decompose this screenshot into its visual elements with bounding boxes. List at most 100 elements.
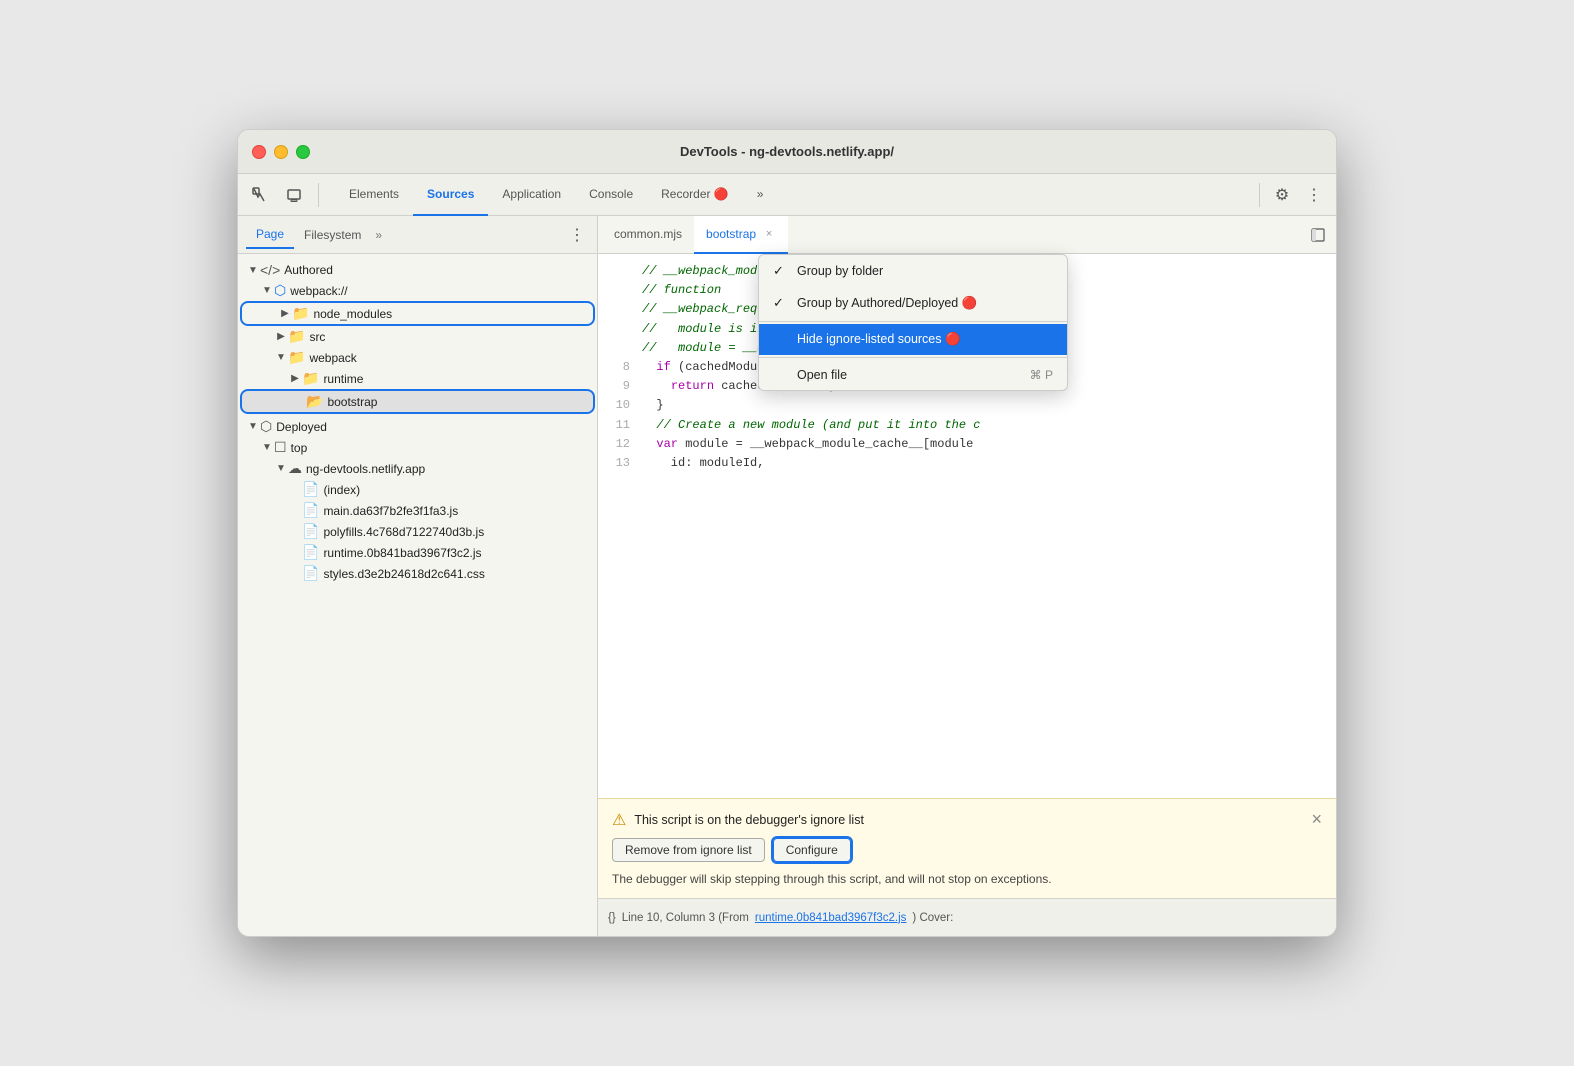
titlebar: DevTools - ng-devtools.netlify.app/: [238, 130, 1336, 174]
toolbar-sep2: [1259, 183, 1260, 207]
arrow-right-icon: ▶: [278, 308, 292, 319]
tree-top[interactable]: ▼ ☐ top: [238, 437, 597, 458]
tree-label-top: top: [291, 441, 308, 455]
css-icon: 📄: [302, 565, 319, 582]
code-line: 12 var module = __webpack_module_cache__…: [598, 435, 1336, 454]
folder-icon-node-modules: 📁: [292, 305, 309, 322]
traffic-lights: [252, 145, 310, 159]
status-suffix: ) Cover:: [912, 912, 953, 924]
arrow-down-icon6: ▼: [274, 463, 288, 474]
tab-more[interactable]: »: [743, 174, 778, 216]
tree-label-main-js: main.da63f7b2fe3f1fa3.js: [323, 504, 458, 518]
tab-application[interactable]: Application: [488, 174, 575, 216]
folder-icon-bootstrap: 📂: [306, 393, 323, 410]
maximize-button[interactable]: [296, 145, 310, 159]
code-icon: </>: [260, 262, 280, 278]
status-bar: {} Line 10, Column 3 (From runtime.0b841…: [598, 898, 1336, 936]
tree-bootstrap[interactable]: ▶ 📂 bootstrap: [242, 391, 593, 412]
tree-webpack[interactable]: ▼ ⬡ webpack://: [238, 280, 597, 301]
tree-netlify[interactable]: ▼ ☁ ng-devtools.netlify.app: [238, 458, 597, 479]
tree-webpack-folder[interactable]: ▼ 📁 webpack: [238, 347, 597, 368]
tree-deployed[interactable]: ▼ ⬡ Deployed: [238, 416, 597, 437]
code-line: 10 }: [598, 396, 1336, 415]
tree-src[interactable]: ▶ 📁 src: [238, 326, 597, 347]
tree-runtime[interactable]: ▶ 📁 runtime: [238, 368, 597, 389]
arrow-down-icon3: ▼: [274, 352, 288, 363]
arrow-right-icon3: ▶: [288, 373, 302, 384]
tree-label-runtime: runtime: [323, 372, 363, 386]
js-icon-main: 📄: [302, 502, 319, 519]
menu-label-hide-ignore: Hide ignore-listed sources 🔴: [797, 332, 961, 347]
tab-console[interactable]: Console: [575, 174, 647, 216]
ignore-banner-buttons: Remove from ignore list Configure: [612, 838, 1322, 862]
toolbar-right: ⚙ ⋮: [1255, 181, 1328, 209]
toolbar: Elements Sources Application Console Rec…: [238, 174, 1336, 216]
panel-menu-button[interactable]: ⋮: [565, 223, 589, 247]
tab-elements[interactable]: Elements: [335, 174, 413, 216]
menu-group-by-authored[interactable]: ✓ Group by Authored/Deployed 🔴: [759, 287, 1067, 319]
js-icon-polyfills: 📄: [302, 523, 319, 540]
tree-label-index: (index): [323, 483, 360, 497]
menu-separator2: [759, 357, 1067, 358]
editor-tabs: common.mjs bootstrap ×: [598, 216, 1336, 254]
tree-label-webpack-folder: webpack: [309, 351, 356, 365]
tree-runtime-js[interactable]: ▶ 📄 runtime.0b841bad3967f3c2.js: [238, 542, 597, 563]
menu-hide-ignore[interactable]: Hide ignore-listed sources 🔴: [759, 324, 1067, 355]
toolbar-separator: [318, 183, 319, 207]
tree-authored[interactable]: ▼ </> Authored: [238, 260, 597, 280]
tree-label-webpack: webpack://: [290, 284, 347, 298]
tree-label-deployed: Deployed: [276, 420, 327, 434]
tree-main-js[interactable]: ▶ 📄 main.da63f7b2fe3f1fa3.js: [238, 500, 597, 521]
close-button[interactable]: [252, 145, 266, 159]
ignore-banner-header: ⚠ This script is on the debugger's ignor…: [612, 809, 1322, 830]
configure-button[interactable]: Configure: [773, 838, 851, 862]
tree-index[interactable]: ▶ 📄 (index): [238, 479, 597, 500]
left-panel-tabs: Page Filesystem » ⋮: [238, 216, 597, 254]
minimize-button[interactable]: [274, 145, 288, 159]
menu-label-group-authored: Group by Authored/Deployed 🔴: [797, 296, 977, 311]
tab-recorder[interactable]: Recorder 🔴: [647, 174, 743, 216]
context-menu: ✓ Group by folder ✓ Group by Authored/De…: [758, 254, 1068, 391]
tab-sources[interactable]: Sources: [413, 174, 488, 216]
tree-label-styles-css: styles.d3e2b24618d2c641.css: [323, 567, 484, 581]
menu-group-by-folder[interactable]: ✓ Group by folder: [759, 255, 1067, 287]
ignore-banner-description: The debugger will skip stepping through …: [612, 870, 1322, 888]
tab-page[interactable]: Page: [246, 221, 294, 249]
tree-polyfills-js[interactable]: ▶ 📄 polyfills.4c768d7122740d3b.js: [238, 521, 597, 542]
brackets-icon: {}: [608, 912, 616, 924]
device-icon[interactable]: [280, 181, 308, 209]
code-line: 13 id: moduleId,: [598, 454, 1336, 473]
file-tree: ▼ </> Authored ▼ ⬡ webpack:// ▶ 📁 node_m…: [238, 254, 597, 936]
close-banner-button[interactable]: ×: [1311, 809, 1322, 830]
js-icon-runtime: 📄: [302, 544, 319, 561]
collapse-panel-button[interactable]: [1304, 221, 1332, 249]
tree-styles-css[interactable]: ▶ 📄 styles.d3e2b24618d2c641.css: [238, 563, 597, 584]
tab-filesystem[interactable]: Filesystem: [294, 222, 371, 248]
folder-icon-runtime: 📁: [302, 370, 319, 387]
settings-button[interactable]: ⚙: [1268, 181, 1296, 209]
window-title: DevTools - ng-devtools.netlify.app/: [680, 144, 894, 159]
left-panel: Page Filesystem » ⋮ ▼ </> Authored: [238, 216, 598, 936]
cube-icon: ⬡: [260, 418, 272, 435]
shortcut-label: ⌘ P: [1030, 368, 1053, 382]
tree-label-bootstrap: bootstrap: [327, 395, 377, 409]
arrow-down-icon4: ▼: [246, 421, 260, 432]
left-panel-more[interactable]: »: [375, 228, 382, 242]
menu-open-file[interactable]: Open file ⌘ P: [759, 360, 1067, 390]
more-button[interactable]: ⋮: [1300, 181, 1328, 209]
cloud-icon: ☁: [288, 460, 302, 477]
folder-icon-webpack: 📁: [288, 349, 305, 366]
editor-tab-common[interactable]: common.mjs: [602, 216, 694, 254]
editor-tab-bootstrap[interactable]: bootstrap ×: [694, 216, 788, 254]
checkmark-icon: ✓: [773, 263, 789, 279]
tree-node-modules[interactable]: ▶ 📁 node_modules: [242, 303, 593, 324]
box-icon: ☐: [274, 439, 287, 456]
menu-separator: [759, 321, 1067, 322]
status-link[interactable]: runtime.0b841bad3967f3c2.js: [755, 912, 907, 924]
close-tab-icon[interactable]: ×: [762, 227, 776, 241]
status-text: Line 10, Column 3 (From: [622, 912, 749, 924]
remove-from-ignore-button[interactable]: Remove from ignore list: [612, 838, 765, 862]
tree-label-netlify: ng-devtools.netlify.app: [306, 462, 425, 476]
inspect-icon[interactable]: [246, 181, 274, 209]
editor-tab-bootstrap-label: bootstrap: [706, 227, 756, 241]
